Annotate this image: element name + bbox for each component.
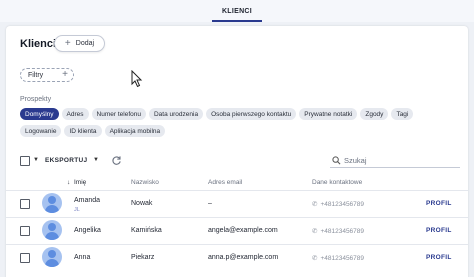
page-title: Klienci <box>20 38 57 50</box>
preset-chip-consents[interactable]: Zgody <box>360 108 389 120</box>
client-initials: JL <box>74 207 80 213</box>
table-row[interactable]: Angelika Kamińska angela@example.com ✆ +4… <box>6 217 468 244</box>
column-contact[interactable]: Dane kontaktowe <box>312 179 362 186</box>
filters-label: Filtry <box>28 71 44 79</box>
plus-icon: + <box>62 69 68 80</box>
preset-chip-default[interactable]: Domyślny <box>20 108 59 120</box>
table-row[interactable]: Anna Piekarz anna.p@example.com ✆ +481234… <box>6 244 468 271</box>
row-checkbox[interactable] <box>20 199 30 209</box>
top-navigation: KLIENCI <box>0 0 474 22</box>
profile-link[interactable]: PROFIL <box>426 200 452 207</box>
export-chevron-icon[interactable]: ▼ <box>93 157 99 163</box>
column-email[interactable]: Adres email <box>208 179 242 186</box>
phone-icon: ✆ <box>312 228 318 235</box>
email: angela@example.com <box>208 227 278 234</box>
row-checkbox[interactable] <box>20 253 30 263</box>
table-header: ↓ Imię Nazwisko Adres email Dane kontakt… <box>6 176 468 190</box>
search-icon <box>332 156 341 165</box>
column-last-name[interactable]: Nazwisko <box>131 179 159 186</box>
last-name: Kamińska <box>131 227 162 234</box>
phone-icon: ✆ <box>312 201 318 208</box>
profile-link[interactable]: PROFIL <box>426 227 452 234</box>
first-name: Anna <box>74 254 91 261</box>
sort-arrow-icon[interactable]: ↓ <box>67 179 70 186</box>
preset-chip-client-id[interactable]: ID klienta <box>64 125 102 137</box>
avatar <box>42 247 62 267</box>
table-toolbar: ▼ EKSPORTUJ ▼ <box>20 154 460 168</box>
select-menu-chevron-icon[interactable]: ▼ <box>33 157 39 163</box>
preset-row-2: Logowanie ID klienta Aplikacja mobilna <box>20 125 460 137</box>
phone: ✆ +48123456789 <box>312 254 364 262</box>
first-name: Angelika <box>74 227 101 234</box>
refresh-icon[interactable] <box>111 155 122 166</box>
preset-chip-first-contact[interactable]: Osoba pierwszego kontaktu <box>206 108 297 120</box>
mouse-pointer-icon <box>131 70 143 88</box>
filters-button[interactable]: Filtry + <box>20 68 74 82</box>
preset-chip-login[interactable]: Logowanie <box>20 125 62 137</box>
export-button[interactable]: EKSPORTUJ <box>45 157 87 164</box>
preset-row-1: Domyślny Adres Numer telefonu Data urodz… <box>20 108 460 120</box>
avatar <box>42 193 62 213</box>
last-name: Piekarz <box>131 254 155 261</box>
row-checkbox[interactable] <box>20 226 30 236</box>
email: anna.p@example.com <box>208 254 279 261</box>
table-row[interactable]: Amanda JL Nowak – ✆ +48123456789 PROFIL <box>6 190 468 217</box>
add-client-button[interactable]: + Dodaj <box>54 35 105 52</box>
preset-chip-mobile-app[interactable]: Aplikacja mobilna <box>104 125 166 137</box>
preset-chip-birthdate[interactable]: Data urodzenia <box>148 108 204 120</box>
phone-number: +48123456789 <box>320 228 365 235</box>
avatar <box>42 220 62 240</box>
phone: ✆ +48123456789 <box>312 227 364 235</box>
column-first-name[interactable]: Imię <box>74 179 86 186</box>
tab-clients[interactable]: KLIENCI <box>212 0 262 22</box>
phone-icon: ✆ <box>312 255 318 262</box>
phone: ✆ +48123456789 <box>312 200 364 208</box>
profile-link[interactable]: PROFIL <box>426 254 452 261</box>
last-name: Nowak <box>131 200 153 207</box>
search-input[interactable] <box>344 154 454 167</box>
preset-chip-address[interactable]: Adres <box>61 108 89 120</box>
phone-number: +48123456789 <box>320 201 365 208</box>
select-all-checkbox[interactable] <box>20 156 30 166</box>
plus-icon: + <box>64 37 71 49</box>
presets-label: Prospekty <box>20 96 52 103</box>
preset-chips: Domyślny Adres Numer telefonu Data urodz… <box>20 108 460 142</box>
phone-number: +48123456789 <box>320 255 365 262</box>
search-box <box>330 154 460 168</box>
add-button-label: Dodaj <box>75 40 95 47</box>
email: – <box>208 200 212 207</box>
preset-chip-phone[interactable]: Numer telefonu <box>91 108 146 120</box>
preset-chip-private-notes[interactable]: Prywatne notatki <box>299 108 358 120</box>
clients-panel: Klienci + Dodaj Filtry + Prospekty Domyś… <box>6 26 468 277</box>
first-name: Amanda <box>74 197 101 204</box>
preset-chip-tags[interactable]: Tagi <box>391 108 414 120</box>
